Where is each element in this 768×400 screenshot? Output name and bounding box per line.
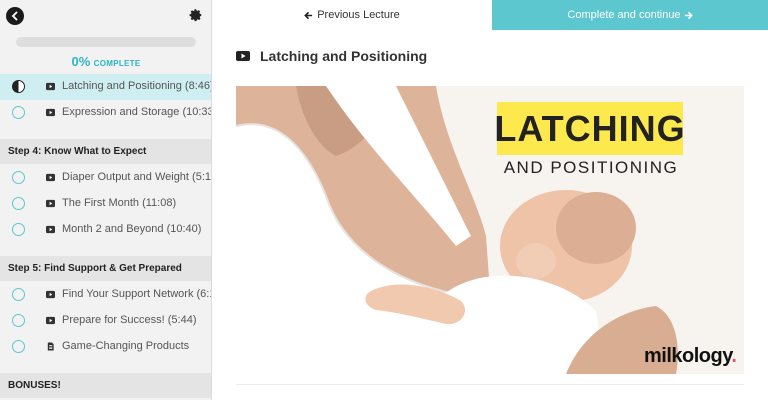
section-header-bonuses: BONUSES! xyxy=(0,373,211,398)
brand-logo: milkology. xyxy=(644,345,737,368)
arrow-left-icon xyxy=(304,11,313,19)
lesson-label: Expression and Storage (10:33) xyxy=(62,106,212,118)
not-started-status-icon xyxy=(12,340,25,353)
complete-continue-label: Complete and continue xyxy=(567,9,681,21)
course-sidebar: 0% COMPLETE Latching and Positioning (8:… xyxy=(0,0,212,400)
brand-logo-text: milkology xyxy=(644,345,732,367)
sidebar-header xyxy=(0,0,211,32)
settings-button[interactable] xyxy=(189,8,203,22)
progress-label: 0% COMPLETE xyxy=(0,54,211,69)
video-headline: LATCHING xyxy=(494,102,685,155)
play-icon xyxy=(46,316,55,325)
lesson-label: Prepare for Success! (5:44) xyxy=(62,314,197,326)
video-icon xyxy=(236,51,250,61)
previous-lecture-label: Previous Lecture xyxy=(317,9,400,21)
lesson-item-month-2[interactable]: Month 2 and Beyond (10:40) xyxy=(0,217,211,243)
not-started-status-icon xyxy=(12,171,25,184)
progress-complete-text: COMPLETE xyxy=(93,59,141,68)
lesson-label: Find Your Support Network (6:13) xyxy=(62,288,212,300)
play-icon xyxy=(46,108,55,117)
brand-logo-dot: . xyxy=(731,345,737,367)
arrow-right-icon xyxy=(684,11,693,19)
gear-icon xyxy=(189,9,202,22)
not-started-status-icon xyxy=(12,314,25,327)
chevron-left-icon xyxy=(11,11,18,21)
progress-bar xyxy=(16,37,196,47)
lecture-title: Latching and Positioning xyxy=(236,45,427,67)
lesson-label: Diaper Output and Weight (5:11) xyxy=(62,171,212,183)
section-header-step-5: Step 5: Find Support & Get Prepared xyxy=(0,256,211,281)
lesson-item-game-changing-products[interactable]: Game-Changing Products xyxy=(0,334,211,360)
lesson-item-prepare-success[interactable]: Prepare for Success! (5:44) xyxy=(0,308,211,334)
complete-and-continue-button[interactable]: Complete and continue xyxy=(492,0,768,30)
play-icon xyxy=(46,199,55,208)
lesson-label: Latching and Positioning (8:46) xyxy=(62,80,212,92)
lesson-item-support-network[interactable]: Find Your Support Network (6:13) xyxy=(0,282,212,308)
play-icon xyxy=(46,290,55,299)
play-icon xyxy=(46,225,55,234)
content-divider xyxy=(236,384,744,385)
lesson-item-diaper-output[interactable]: Diaper Output and Weight (5:11) xyxy=(0,165,212,191)
not-started-status-icon xyxy=(12,197,25,210)
back-button[interactable] xyxy=(6,7,24,25)
lesson-item-first-month[interactable]: The First Month (11:08) xyxy=(0,191,211,217)
lecture-title-text: Latching and Positioning xyxy=(260,48,428,64)
play-icon xyxy=(46,173,55,182)
lesson-item-latching-positioning[interactable]: Latching and Positioning (8:46) xyxy=(0,74,212,100)
lecture-nav-bar: Previous Lecture Complete and continue xyxy=(212,0,768,30)
document-icon xyxy=(46,342,55,351)
in-progress-status-icon xyxy=(12,80,25,93)
not-started-status-icon xyxy=(12,106,25,119)
play-icon xyxy=(46,82,55,91)
progress-percent: 0% xyxy=(71,54,91,69)
not-started-status-icon xyxy=(12,223,25,236)
not-started-status-icon xyxy=(12,288,25,301)
lesson-label: Month 2 and Beyond (10:40) xyxy=(62,223,202,235)
lesson-label: The First Month (11:08) xyxy=(62,197,177,209)
video-subheadline: AND POSITIONING xyxy=(503,158,679,177)
video-player[interactable]: LATCHING AND POSITIONING milkology. xyxy=(236,86,744,374)
section-header-step-4: Step 4: Know What to Expect xyxy=(0,139,211,164)
lesson-label: Game-Changing Products xyxy=(62,340,190,352)
previous-lecture-button[interactable]: Previous Lecture xyxy=(212,0,492,30)
lesson-item-expression-storage[interactable]: Expression and Storage (10:33) xyxy=(0,100,212,126)
